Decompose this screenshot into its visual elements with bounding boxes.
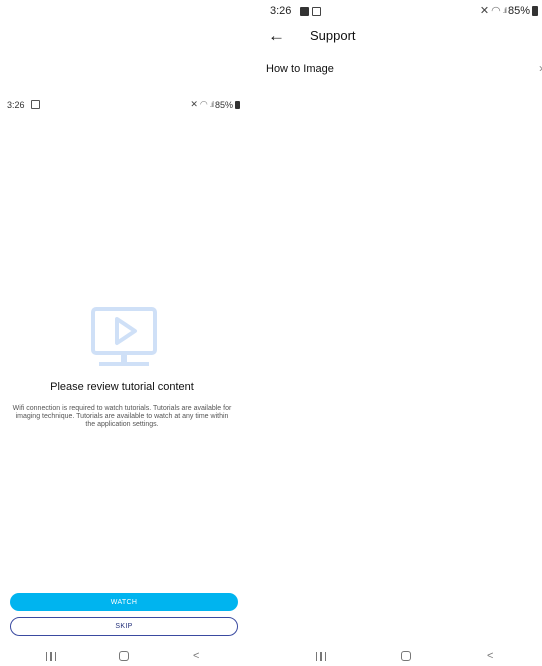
tutorial-title: Please review tutorial content (50, 381, 194, 393)
home-icon[interactable] (401, 648, 411, 666)
back-icon[interactable]: < (193, 648, 199, 664)
tutorial-screen: 3:26 ✕ ◠ .ıl 85% Please review tutorial … (0, 0, 244, 666)
video-tutorial-icon (91, 307, 157, 366)
gallery-notification-icon (300, 7, 309, 16)
battery-percent: 85% (214, 99, 233, 110)
battery-icon (532, 5, 538, 16)
skip-button[interactable]: SKIP (10, 617, 238, 636)
status-bar: 3:26 ✕ ◠ .ıl 85% (0, 98, 244, 114)
status-time: 3:26 (270, 5, 292, 17)
recents-icon[interactable] (46, 648, 56, 661)
watch-button[interactable]: WATCH (10, 593, 238, 611)
screenshot-notification-icon (31, 100, 40, 109)
arrow-left-icon[interactable]: ← (268, 26, 285, 46)
recents-icon[interactable] (316, 648, 326, 661)
wifi-icon: ◠ (491, 5, 501, 17)
battery-icon (235, 100, 240, 109)
system-nav-bar: < (0, 648, 244, 664)
mute-icon: ✕ (190, 99, 198, 109)
signal-icon: .ıl (209, 100, 214, 109)
list-item-label: How to Image (266, 63, 334, 75)
system-nav-bar: < (256, 648, 542, 664)
app-bar: ← Support (256, 26, 542, 46)
back-icon[interactable]: < (487, 648, 493, 664)
status-bar: 3:26 ✕ ◠ .ıl 85% (256, 3, 542, 19)
screenshot-notification-icon (312, 7, 321, 16)
wifi-icon: ◠ (199, 99, 208, 109)
mute-icon: ✕ (479, 5, 490, 17)
support-screen: 3:26 ✕ ◠ .ıl 85% ← Support How to Image … (256, 0, 542, 666)
signal-icon: .ıl (502, 6, 507, 15)
status-time: 3:26 (7, 100, 25, 110)
battery-percent: 85% (507, 4, 530, 17)
home-icon[interactable] (119, 648, 129, 666)
tutorial-description: Wifi connection is required to watch tut… (12, 405, 232, 428)
page-title: Support (310, 28, 356, 43)
list-item-how-to-image[interactable]: How to Image › (256, 60, 542, 80)
